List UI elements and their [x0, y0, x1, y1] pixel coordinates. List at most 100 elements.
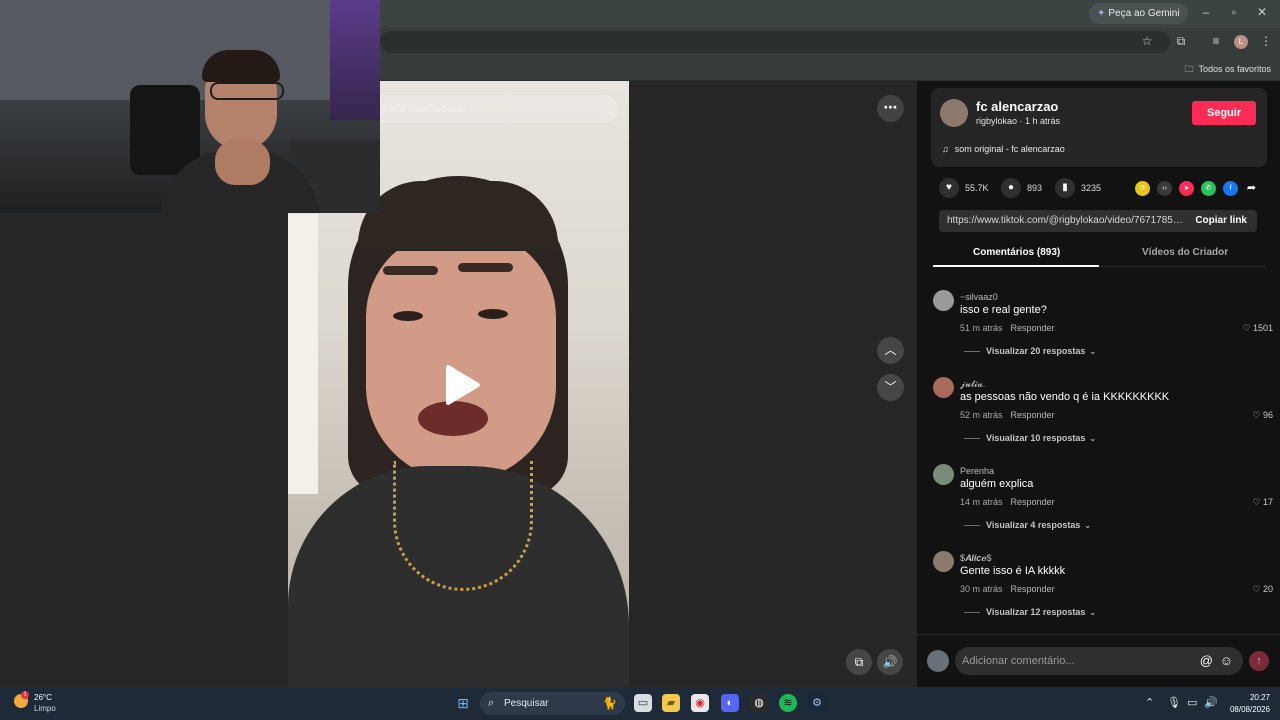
next-video-button[interactable]: ﹀: [877, 374, 904, 401]
system-clock[interactable]: 20:27 08/08/2026: [1230, 692, 1270, 716]
view-replies-button[interactable]: Visualizar 20 respostas ⌄: [964, 346, 1096, 356]
previous-video-button[interactable]: ︿: [877, 337, 904, 364]
task-view-icon[interactable]: ▭: [634, 694, 652, 712]
related-content-search[interactable]: teúdo relacionado ⌕: [368, 95, 618, 123]
send-to-friend-icon[interactable]: ➤: [1179, 181, 1194, 196]
view-replies-button[interactable]: Visualizar 10 respostas ⌄: [964, 433, 1096, 443]
copy-link-button[interactable]: Copiar link: [1195, 210, 1247, 232]
tab-comments[interactable]: Comentários (893): [973, 247, 1060, 258]
maximize-icon[interactable]: ▫: [1224, 5, 1244, 19]
music-link[interactable]: ♫ som original - fc alencarzao: [942, 144, 1065, 154]
comment-like-button[interactable]: ♡ 1501: [1242, 323, 1273, 334]
close-icon[interactable]: ✕: [1252, 5, 1272, 19]
reply-button[interactable]: Responder: [1011, 584, 1055, 594]
share-arrow-icon[interactable]: ➦: [1244, 181, 1259, 196]
comment-like-button[interactable]: ♡ 20: [1252, 584, 1273, 595]
speaker-icon[interactable]: 🔊: [1204, 696, 1218, 709]
comment-input[interactable]: Adicionar comentário... @ ☺: [955, 647, 1243, 675]
address-bar[interactable]: [380, 31, 1170, 53]
commenter-name[interactable]: 𝓳𝓾𝓵𝓲𝓪.: [960, 379, 985, 390]
view-replies-button[interactable]: Visualizar 4 respostas ⌄: [964, 520, 1091, 530]
save-button[interactable]: ▮ 3235: [1055, 178, 1101, 198]
commenter-avatar[interactable]: [933, 290, 954, 311]
video-eye-left: [393, 311, 423, 321]
commenter-name[interactable]: Perenha: [960, 466, 994, 476]
facebook-icon[interactable]: f: [1223, 181, 1238, 196]
network-icon[interactable]: ▭: [1187, 696, 1197, 709]
all-bookmarks-button[interactable]: 🗀 Todos os favoritos: [1184, 62, 1271, 78]
file-explorer-icon[interactable]: ▰: [662, 694, 680, 712]
notification-badge: 1: [21, 691, 29, 699]
more-options-button[interactable]: ⋯: [877, 95, 904, 122]
comment-like-button[interactable]: ♡ 17: [1252, 497, 1273, 508]
commenter-avatar[interactable]: [933, 551, 954, 572]
divider-line: [964, 612, 980, 614]
follow-button[interactable]: Seguir: [1192, 101, 1256, 125]
commenter-name[interactable]: $𝑨𝒍𝒊𝒄𝒆$: [960, 553, 992, 564]
video-backdrop-right: [629, 81, 917, 687]
video-brow-right: [458, 263, 513, 272]
comment-button[interactable]: ● 893: [1001, 178, 1042, 198]
mention-icon[interactable]: @: [1200, 647, 1213, 675]
search-highlight-icon: 🐈: [602, 696, 617, 710]
divider-line: [964, 438, 980, 440]
commenter-avatar[interactable]: [933, 377, 954, 398]
embed-icon[interactable]: ‹›: [1157, 181, 1172, 196]
cam-hair: [202, 50, 280, 82]
comment-item: ~silvaaz0 isso e real gente? 51 m atrás R…: [933, 290, 1279, 370]
current-user-avatar: [927, 650, 949, 672]
comment-meta: 14 m atrás Responder: [960, 497, 1055, 507]
music-note-icon: ♫: [942, 144, 949, 154]
search-icon: ⌕: [488, 697, 495, 709]
emoji-icon[interactable]: ☺: [1220, 647, 1233, 675]
comment-like-button[interactable]: ♡ 96: [1252, 410, 1273, 421]
chrome-icon[interactable]: ◉: [691, 694, 709, 712]
comment-meta: 52 m atrás Responder: [960, 410, 1055, 420]
comment-text: alguém explica: [960, 478, 1034, 490]
steam-icon[interactable]: ⚙: [808, 694, 826, 712]
weather-widget[interactable]: 1 26°C Limpo: [14, 691, 74, 717]
comment-icon: ●: [1001, 178, 1021, 198]
gemini-button[interactable]: ✦ Peça ao Gemini: [1089, 3, 1188, 24]
extensions-icon[interactable]: ⧉: [1173, 34, 1189, 49]
play-icon[interactable]: [442, 363, 482, 407]
spotify-icon[interactable]: ≋: [779, 694, 797, 712]
reply-button[interactable]: Responder: [1011, 323, 1055, 333]
pip-icon[interactable]: ⧉: [846, 649, 872, 675]
video-details-panel: fc alencarzao rigbylokao · 1 h atrás Seg…: [917, 81, 1280, 687]
tray-chevron-icon[interactable]: ⌃: [1145, 696, 1154, 709]
menu-kebab-icon[interactable]: ⋮: [1258, 34, 1274, 48]
search-icon[interactable]: ⌕: [601, 95, 608, 123]
reply-button[interactable]: Responder: [1011, 497, 1055, 507]
tab-creator-videos[interactable]: Vídeos do Criador: [1142, 247, 1228, 258]
microphone-icon[interactable]: 🎙: [1167, 696, 1181, 709]
app-icon[interactable]: ◍: [750, 694, 768, 712]
chevron-down-icon: ⌄: [1084, 521, 1092, 530]
whatsapp-icon[interactable]: ✆: [1201, 181, 1216, 196]
reading-list-icon[interactable]: ≡: [1208, 34, 1224, 48]
author-handle-time[interactable]: rigbylokao · 1 h atrás: [976, 116, 1060, 126]
active-tab-indicator: [933, 265, 1099, 267]
send-comment-button[interactable]: ↑: [1249, 651, 1269, 671]
folder-icon: 🗀: [1184, 64, 1194, 74]
comment-composer: Adicionar comentário... @ ☺ ↑: [917, 634, 1280, 687]
commenter-name[interactable]: ~silvaaz0: [960, 292, 998, 302]
video-url[interactable]: https://www.tiktok.com/@rigbylokao/video…: [947, 210, 1185, 232]
view-replies-button[interactable]: Visualizar 12 respostas ⌄: [964, 607, 1096, 617]
repost-icon[interactable]: ⟳: [1135, 181, 1150, 196]
taskbar-search[interactable]: ⌕ Pesquisar 🐈: [480, 692, 625, 715]
windows-start-icon[interactable]: ⊞: [454, 694, 472, 712]
profile-avatar[interactable]: L: [1234, 35, 1248, 49]
author-avatar[interactable]: [940, 99, 968, 127]
reply-button[interactable]: Responder: [1011, 410, 1055, 420]
volume-icon[interactable]: 🔊: [877, 649, 903, 675]
bookmark-icon: ▮: [1055, 178, 1075, 198]
commenter-avatar[interactable]: [933, 464, 954, 485]
like-button[interactable]: ♥ 55.7K: [939, 178, 989, 198]
star-icon[interactable]: ☆: [1139, 34, 1155, 48]
author-name[interactable]: fc alencarzao: [976, 99, 1058, 114]
discord-icon[interactable]: ◐: [721, 694, 739, 712]
comment-text: isso e real gente?: [960, 304, 1047, 316]
minimize-icon[interactable]: –: [1196, 5, 1216, 19]
video-eye-right: [478, 309, 508, 319]
